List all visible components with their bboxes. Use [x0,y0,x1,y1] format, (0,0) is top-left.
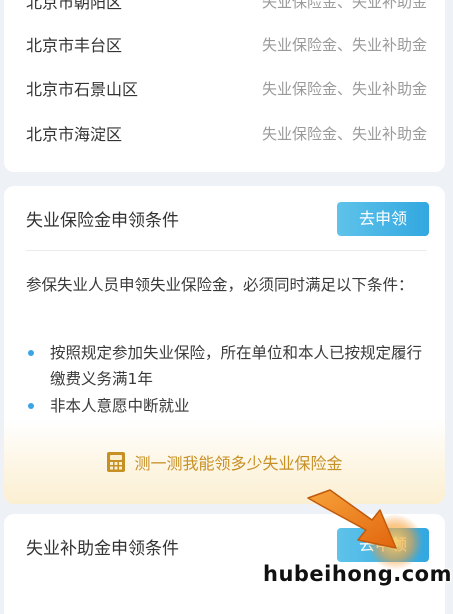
insurance-apply-button[interactable]: 去申领 [337,202,429,236]
district-name: 北京市石景山区 [26,80,139,99]
district-list-card: 北京市朝阳区 失业保险金、失业补助金 北京市丰台区 失业保险金、失业补助金 北京… [4,0,445,172]
condition-item: 按照规定参加失业保险，所在单位和本人已按规定履行缴费义务满1年 [26,340,427,392]
condition-item: 非本人意愿中断就业 [26,393,427,419]
condition-text: 非本人意愿中断就业 [50,397,190,415]
district-benefit: 失业保险金、失业补助金 [261,124,427,143]
district-benefit: 失业保险金、失业补助金 [261,0,427,11]
district-row[interactable]: 北京市石景山区 失业保险金、失业补助金 [26,73,427,103]
district-row[interactable]: 北京市朝阳区 失业保险金、失业补助金 [26,0,427,16]
district-name: 北京市朝阳区 [26,0,123,12]
pointer-arrow-icon [300,480,430,574]
section-divider [26,250,427,251]
bullet-dot [28,350,34,356]
watermark-text: hubeihong.com [263,562,452,586]
insurance-section-title: 失业保险金申领条件 [26,211,179,231]
district-row[interactable]: 北京市海淀区 失业保险金、失业补助金 [26,118,427,148]
district-name: 北京市丰台区 [26,36,123,55]
district-benefit: 失业保险金、失业补助金 [261,35,427,54]
bullet-dot [28,403,34,409]
district-benefit: 失业保险金、失业补助金 [261,79,427,98]
district-name: 北京市海淀区 [26,125,123,144]
insurance-description: 参保失业人员申领失业保险金，必须同时满足以下条件： [26,276,414,294]
condition-text: 按照规定参加失业保险，所在单位和本人已按规定履行缴费义务满1年 [50,344,423,388]
insurance-conditions-card: 失业保险金申领条件 去申领 参保失业人员申领失业保险金，必须同时满足以下条件： … [4,186,445,504]
calculator-label: 测一测我能领多少失业保险金 [134,454,343,473]
district-row[interactable]: 北京市丰台区 失业保险金、失业补助金 [26,29,427,59]
subsidy-section-title: 失业补助金申领条件 [26,539,179,559]
calculator-icon [106,451,126,473]
